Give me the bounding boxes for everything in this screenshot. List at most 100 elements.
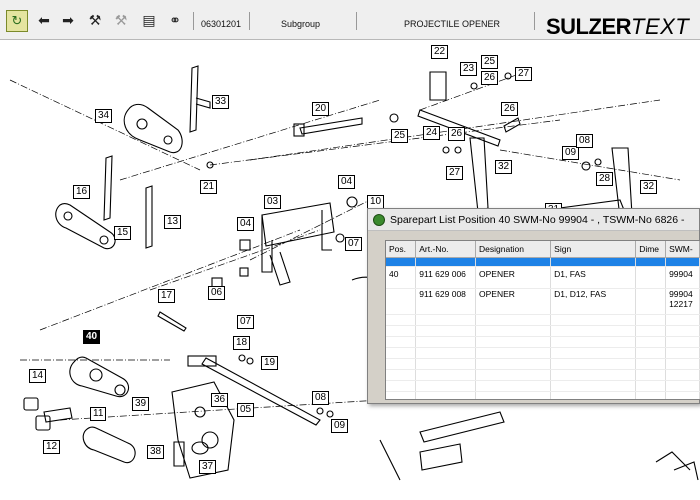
table-row[interactable]: 911 629 008 OPENER D1, D12, FAS 99904 12… (386, 288, 700, 315)
callout-09[interactable]: 09 (331, 419, 349, 433)
column-header-dime[interactable]: Dime (635, 241, 667, 258)
sparepart-list-dialog[interactable]: Sparepart List Position 40 SWM-No 99904 … (367, 208, 700, 404)
table-header-row: Pos. Art.-No. Designation Sign Dime SWM- (386, 241, 700, 258)
callout-20[interactable]: 20 (312, 102, 330, 116)
callout-27b[interactable]: 27 (446, 166, 464, 180)
callout-32[interactable]: 32 (495, 160, 513, 174)
callout-10[interactable]: 10 (367, 195, 385, 209)
dialog-title-bar[interactable]: Sparepart List Position 40 SWM-No 99904 … (368, 209, 699, 231)
callout-26b[interactable]: 26 (501, 102, 519, 116)
callout-19[interactable]: 19 (261, 356, 279, 370)
wrench-icon[interactable]: ⚒ (85, 11, 105, 31)
callout-09b[interactable]: 09 (562, 146, 580, 160)
callout-25b[interactable]: 25 (391, 129, 409, 143)
table-row-selected[interactable] (386, 257, 700, 267)
callout-25[interactable]: 25 (481, 55, 499, 69)
document-icon[interactable]: ▤ (139, 11, 159, 31)
callout-18[interactable]: 18 (233, 336, 251, 350)
cell-swm: 99904 (665, 266, 700, 289)
callout-22[interactable]: 22 (431, 45, 449, 59)
cell-designation: OPENER (475, 288, 552, 315)
callout-11[interactable]: 11 (90, 407, 107, 421)
callout-28[interactable]: 28 (596, 172, 614, 186)
sparepart-grid[interactable]: Pos. Art.-No. Designation Sign Dime SWM- (385, 240, 700, 400)
callout-04b[interactable]: 04 (237, 217, 255, 231)
column-header-swm[interactable]: SWM- (665, 241, 700, 258)
group-label: Subgroup (281, 19, 321, 29)
callout-07b[interactable]: 07 (237, 315, 255, 329)
sparepart-table: Pos. Art.-No. Designation Sign Dime SWM- (386, 241, 700, 399)
callout-05b[interactable]: 05 (237, 403, 255, 417)
callout-06[interactable]: 06 (208, 286, 226, 300)
sulzer-logo: SULZERTEXT (546, 14, 689, 40)
callout-07[interactable]: 07 (345, 237, 363, 251)
callout-39[interactable]: 39 (132, 397, 150, 411)
cell-dime (635, 257, 667, 267)
callout-15[interactable]: 15 (114, 226, 132, 240)
column-header-pos[interactable]: Pos. (386, 241, 417, 258)
column-header-art-no[interactable]: Art.-No. (415, 241, 477, 258)
callout-12[interactable]: 12 (43, 440, 61, 454)
table-row-empty (386, 347, 700, 359)
cell-pos (386, 288, 417, 315)
cell-pos (386, 257, 417, 267)
table-row-empty (386, 380, 700, 392)
back-arrow-icon[interactable]: ⬅ (34, 11, 54, 31)
cell-swm (665, 257, 700, 267)
cell-pos: 40 (386, 266, 417, 289)
callout-40-selected[interactable]: 40 (83, 330, 101, 344)
main-toolbar: ↻ ⬅ ➡ ⚒ ⚒ ▤ ⚭ 06301201 Subgroup PROJECTI… (0, 0, 700, 40)
cell-art-no: 911 629 008 (415, 288, 477, 315)
callout-26c[interactable]: 26 (448, 127, 466, 141)
callout-08[interactable]: 08 (312, 391, 330, 405)
table-row-empty (386, 336, 700, 348)
cell-designation (475, 257, 552, 267)
callout-24[interactable]: 24 (423, 126, 441, 140)
brand-main: SULZER (546, 14, 632, 39)
brand-suffix: TEXT (631, 14, 690, 39)
cell-designation: OPENER (475, 266, 552, 289)
cell-dime (635, 288, 667, 315)
part-number-field: 06301201 (201, 19, 242, 29)
cell-sign (550, 257, 637, 267)
table-row-empty (386, 325, 700, 337)
callout-36[interactable]: 36 (211, 393, 229, 407)
toolbar-divider (193, 12, 194, 30)
group-name-field: PROJECTILE OPENER (404, 19, 501, 29)
callout-32b[interactable]: 32 (640, 180, 658, 194)
table-row-empty (386, 391, 700, 399)
callout-38[interactable]: 38 (147, 445, 165, 459)
toolbar-divider (249, 12, 250, 30)
callout-37[interactable]: 37 (199, 460, 217, 474)
callout-13[interactable]: 13 (164, 215, 182, 229)
cell-art-no (415, 257, 477, 267)
toolbar-divider (356, 12, 357, 30)
callout-34[interactable]: 34 (95, 109, 113, 123)
callout-17[interactable]: 17 (158, 289, 176, 303)
tool-disabled-icon: ⚒ (114, 13, 128, 29)
cell-sign: D1, D12, FAS (550, 288, 637, 315)
callout-21[interactable]: 21 (200, 180, 218, 194)
callout-33[interactable]: 33 (212, 95, 230, 109)
callout-14[interactable]: 14 (29, 369, 47, 383)
table-row-empty (386, 369, 700, 381)
toolbar-divider (534, 12, 535, 30)
refresh-icon[interactable]: ↻ (6, 10, 28, 32)
callout-03[interactable]: 03 (264, 195, 282, 209)
callout-16[interactable]: 16 (73, 185, 91, 199)
callout-04[interactable]: 04 (338, 175, 356, 189)
table-row-empty (386, 314, 700, 326)
column-header-sign[interactable]: Sign (550, 241, 637, 258)
forward-arrow-icon[interactable]: ➡ (58, 11, 78, 31)
cell-art-no: 911 629 006 (415, 266, 477, 289)
callout-08b[interactable]: 08 (576, 134, 594, 148)
binoculars-icon[interactable]: ⚭ (165, 11, 185, 31)
table-row[interactable]: 40 911 629 006 OPENER D1, FAS 99904 (386, 266, 700, 289)
dialog-title: Sparepart List Position 40 SWM-No 99904 … (390, 214, 685, 226)
callout-23[interactable]: 23 (460, 62, 478, 76)
table-row-empty (386, 358, 700, 370)
column-header-designation[interactable]: Designation (475, 241, 552, 258)
callout-27[interactable]: 27 (515, 67, 533, 81)
callout-26[interactable]: 26 (481, 71, 499, 85)
app-icon (373, 214, 385, 226)
